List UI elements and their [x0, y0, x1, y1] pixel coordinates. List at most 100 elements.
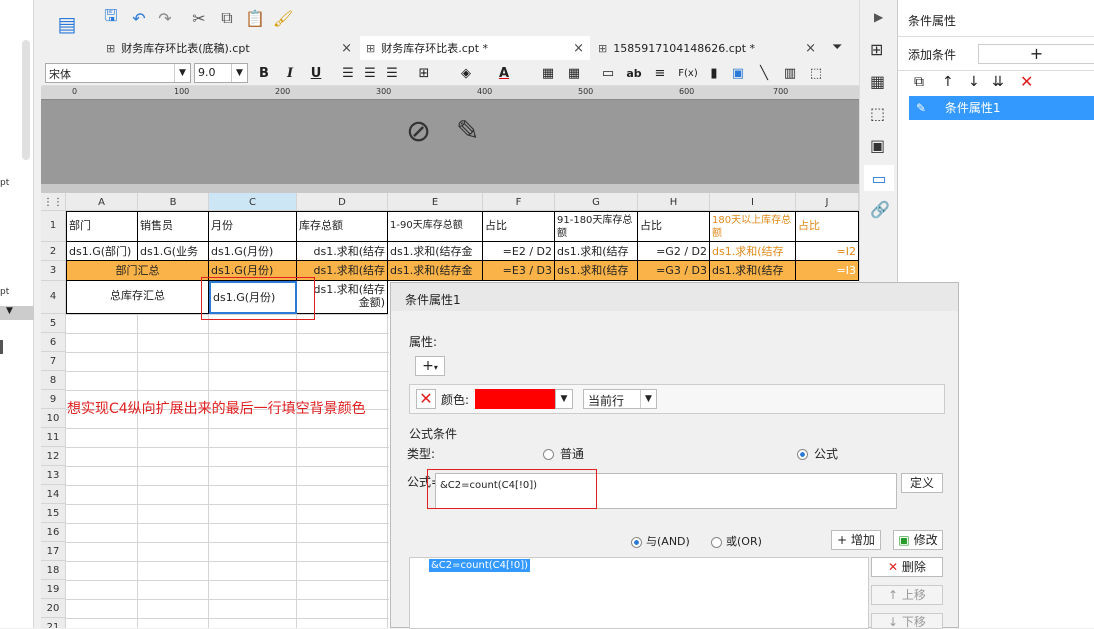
- cell-D2[interactable]: ds1.求和(结存: [297, 242, 388, 261]
- underline-button[interactable]: U: [306, 63, 326, 83]
- cell-I2[interactable]: ds1.求和(结存: [710, 242, 796, 261]
- row-header[interactable]: 6: [41, 333, 66, 352]
- copy-icon[interactable]: ⧉: [914, 74, 924, 90]
- move-down-button[interactable]: ↓ 下移: [871, 613, 943, 629]
- condition-list-item[interactable]: &C2=count(C4[!0]): [429, 559, 531, 572]
- cell-A3[interactable]: 部门汇总: [66, 261, 209, 281]
- col-header-F[interactable]: F: [483, 193, 555, 211]
- row-header[interactable]: 18: [41, 561, 66, 580]
- fill-color-icon[interactable]: ◈: [456, 63, 476, 83]
- cell-F1[interactable]: 占比: [483, 211, 555, 242]
- chevron-right-icon[interactable]: ▶: [874, 10, 883, 24]
- font-select[interactable]: 宋体 ▼: [45, 63, 191, 83]
- col-header-J[interactable]: J: [796, 193, 859, 211]
- condition-icon[interactable]: ▭: [864, 165, 894, 191]
- widget-icon[interactable]: ▣: [870, 136, 885, 155]
- slash-icon[interactable]: ╲: [754, 63, 774, 83]
- cell-A2[interactable]: ds1.G(部门): [66, 242, 138, 261]
- tab-number-file[interactable]: ⊞ 1585917104148626.cpt * ×: [592, 36, 822, 60]
- cell-J2[interactable]: =I2: [796, 242, 859, 261]
- row-header[interactable]: 16: [41, 523, 66, 542]
- row-header[interactable]: 20: [41, 599, 66, 618]
- align-center-icon[interactable]: ☰: [360, 63, 380, 83]
- cut-icon[interactable]: ✂: [188, 7, 210, 29]
- type-formula-radio[interactable]: 公式: [797, 445, 838, 462]
- delete-button[interactable]: ✕ 删除: [871, 557, 943, 577]
- and-radio[interactable]: 与(AND): [631, 533, 690, 549]
- row-header[interactable]: 13: [41, 466, 66, 485]
- tab-finance[interactable]: ⊞ 财务库存环比表.cpt * ×: [360, 36, 590, 60]
- paragraph-icon[interactable]: ≡: [650, 63, 670, 83]
- row-header[interactable]: 2: [41, 242, 66, 261]
- cell-E2[interactable]: ds1.求和(结存金: [388, 242, 483, 261]
- type-normal-radio[interactable]: 普通: [543, 445, 584, 462]
- style-icon[interactable]: ▦: [870, 72, 885, 91]
- cell-props-icon[interactable]: ⊞: [870, 40, 883, 59]
- scope-select[interactable]: 当前行 ▼: [583, 389, 657, 409]
- col-header-G[interactable]: G: [555, 193, 638, 211]
- cell-E1[interactable]: 1-90天库存总额: [388, 211, 483, 242]
- col-header-D[interactable]: D: [297, 193, 388, 211]
- chevron-down-icon[interactable]: ▼: [555, 389, 573, 409]
- undo-icon[interactable]: ↶: [128, 7, 150, 29]
- bold-button[interactable]: B: [254, 63, 274, 83]
- cell-J3[interactable]: =I3: [796, 261, 859, 281]
- row-header[interactable]: 4: [41, 281, 66, 314]
- chart-icon[interactable]: ▮: [704, 63, 724, 83]
- border-icon[interactable]: ⊞: [414, 63, 434, 83]
- or-radio[interactable]: 或(OR): [711, 533, 762, 549]
- element-icon[interactable]: ⬚: [870, 104, 885, 123]
- col-header-C[interactable]: C: [209, 193, 297, 211]
- cell-D1[interactable]: 库存总额: [297, 211, 388, 242]
- cell-C2[interactable]: ds1.G(月份): [209, 242, 297, 261]
- row-header[interactable]: 11: [41, 428, 66, 447]
- col-header-A[interactable]: A: [66, 193, 138, 211]
- tab-finance-draft[interactable]: ⊞ 财务库存环比表(底稿).cpt ×: [100, 36, 358, 60]
- redo-icon[interactable]: ↷: [154, 7, 176, 29]
- row-header[interactable]: 9: [41, 390, 66, 409]
- row-header[interactable]: 14: [41, 485, 66, 504]
- cell-A4[interactable]: 总库存汇总: [66, 281, 209, 314]
- row-header[interactable]: 10: [41, 409, 66, 428]
- more-icon[interactable]: ⬚: [806, 63, 826, 83]
- col-header-I[interactable]: I: [710, 193, 796, 211]
- close-icon[interactable]: ×: [573, 41, 584, 56]
- close-icon[interactable]: ×: [341, 41, 352, 56]
- cell-A1[interactable]: 部门: [66, 211, 138, 242]
- row-header[interactable]: 1: [41, 211, 66, 242]
- tab-menu-icon[interactable]: ⏷: [832, 40, 842, 55]
- remove-attribute-icon[interactable]: ✕: [416, 389, 436, 409]
- add-condition-button[interactable]: +: [978, 44, 1094, 64]
- row-header[interactable]: 5: [41, 314, 66, 333]
- collapse-bar[interactable]: ▼: [0, 306, 34, 320]
- copy-icon[interactable]: ⧉: [216, 7, 238, 29]
- cell-B1[interactable]: 销售员: [138, 211, 209, 242]
- cell-H2[interactable]: =G2 / D2: [638, 242, 710, 261]
- move-up-button[interactable]: ↑ 上移: [871, 585, 943, 605]
- row-header[interactable]: 12: [41, 447, 66, 466]
- row-header[interactable]: 17: [41, 542, 66, 561]
- col-header-H[interactable]: H: [638, 193, 710, 211]
- align-left-icon[interactable]: ☰: [338, 63, 358, 83]
- edit-button[interactable]: ▣ 修改: [893, 530, 943, 550]
- row-header[interactable]: 21: [41, 618, 66, 628]
- template-icon[interactable]: ▤: [54, 10, 80, 38]
- grid-corner[interactable]: ⋮⋮⋮: [41, 193, 66, 211]
- scrollbar[interactable]: [22, 40, 30, 160]
- format-brush-icon[interactable]: 🖌: [272, 7, 294, 29]
- unmerge-icon[interactable]: ▦: [564, 63, 584, 83]
- color-swatch[interactable]: [475, 389, 555, 409]
- add-button[interactable]: + 增加: [831, 530, 881, 550]
- cell-F2[interactable]: =E2 / D2: [483, 242, 555, 261]
- cell-H1[interactable]: 占比: [638, 211, 710, 242]
- paste-icon[interactable]: 📋: [244, 7, 266, 29]
- cell-G2[interactable]: ds1.求和(结存: [555, 242, 638, 261]
- cell-B2[interactable]: ds1.G(业务: [138, 242, 209, 261]
- formula-button[interactable]: F(x): [676, 63, 700, 83]
- move-bottom-icon[interactable]: ⇊: [992, 74, 1004, 90]
- close-icon[interactable]: ×: [805, 41, 816, 56]
- row-header[interactable]: 8: [41, 371, 66, 390]
- delete-icon[interactable]: ✕: [1020, 72, 1033, 91]
- cell-I1[interactable]: 180天以上库存总额: [710, 211, 796, 242]
- cell-G1[interactable]: 91-180天库存总额: [555, 211, 638, 242]
